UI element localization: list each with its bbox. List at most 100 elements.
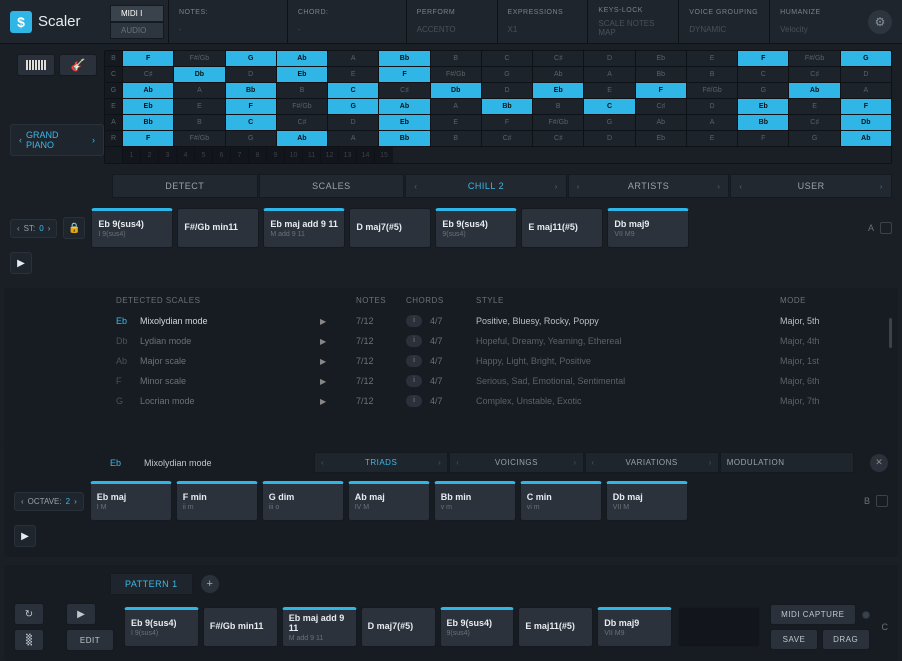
chord-pad[interactable]: Db maj9VII M9 (597, 607, 672, 647)
grid-cell[interactable]: B (431, 51, 482, 66)
chord-pad[interactable]: C minvi m (520, 481, 602, 521)
lock-icon[interactable]: 🔒 (63, 217, 85, 239)
grid-cell[interactable]: C (584, 99, 635, 114)
grid-cell[interactable]: C (226, 115, 277, 130)
add-pattern-icon[interactable]: + (201, 575, 219, 593)
grid-cell[interactable]: F (841, 99, 891, 114)
grid-cell[interactable]: F#/Gb (431, 67, 482, 82)
grid-cell[interactable]: F (379, 67, 430, 82)
header-cell[interactable]: EXPRESSIONSX1 (497, 0, 588, 43)
grid-cell[interactable]: G (841, 51, 891, 66)
grid-cell[interactable]: C♯ (533, 51, 584, 66)
grid-cell[interactable]: C♯ (789, 115, 840, 130)
grid-cell[interactable]: F#/Gb (687, 83, 738, 98)
grid-cell[interactable]: Bb (123, 115, 174, 130)
grid-cell[interactable]: G (789, 131, 840, 146)
info-icon[interactable]: i (406, 315, 422, 327)
scale-row[interactable]: Ab Major scale ▶ 7/12 i 4/7 Happy, Light… (4, 351, 898, 371)
chord-pad[interactable]: E maj11(#5) (518, 607, 593, 647)
tab-midi[interactable]: MIDI I (110, 5, 164, 22)
grid-cell[interactable]: C♯ (636, 99, 687, 114)
grid-cell[interactable]: E (431, 115, 482, 130)
grid-cell[interactable]: A (328, 131, 379, 146)
grid-cell[interactable]: D (687, 99, 738, 114)
grid-cell[interactable]: F#/Gb (174, 131, 225, 146)
chevron-right-icon[interactable]: › (717, 182, 720, 191)
grid-cell[interactable]: D (328, 115, 379, 130)
header-cell[interactable]: KEYS-LOCKSCALE NOTES MAP (587, 0, 678, 43)
edit-button[interactable]: EDIT (66, 629, 114, 651)
grid-cell[interactable]: E (687, 131, 738, 146)
chord-pad[interactable]: Eb 9(sus4)I 9(sus4) (124, 607, 199, 647)
grid-cell[interactable]: F (123, 51, 174, 66)
scale-row[interactable]: G Locrian mode ▶ 7/12 i 4/7 Complex, Uns… (4, 391, 898, 411)
grid-cell[interactable]: Ab (123, 83, 174, 98)
grid-cell[interactable]: G (738, 83, 789, 98)
grid-cell[interactable]: Ab (636, 115, 687, 130)
chord-pad[interactable]: D maj7(#5) (361, 607, 436, 647)
close-icon[interactable]: ✕ (870, 454, 888, 472)
chord-pad[interactable]: Eb maj add 9 11M add 9 11 (263, 208, 345, 248)
grid-cell[interactable]: F (226, 99, 277, 114)
grid-cell[interactable]: F#/Gb (789, 51, 840, 66)
grid-cell[interactable]: F (482, 115, 533, 130)
grid-cell[interactable]: Bb (738, 115, 789, 130)
grid-cell[interactable]: Ab (533, 67, 584, 82)
header-cell[interactable]: NOTES:- (168, 0, 287, 43)
grid-cell[interactable]: Bb (379, 131, 430, 146)
mid-tab[interactable]: ‹VOICINGS› (449, 452, 583, 473)
chevron-right-icon[interactable]: › (880, 182, 883, 191)
chevron-right-icon[interactable]: › (709, 458, 712, 467)
grid-cell[interactable]: F#/Gb (533, 115, 584, 130)
chevron-right-icon[interactable]: › (555, 182, 558, 191)
grid-cell[interactable]: F (738, 131, 789, 146)
main-tab[interactable]: ‹CHILL 2› (405, 174, 567, 198)
grid-cell[interactable]: A (687, 115, 738, 130)
grid-cell[interactable]: F#/Gb (277, 99, 328, 114)
chord-pad[interactable]: Eb maj add 9 11M add 9 11 (282, 607, 357, 647)
grid-cell[interactable]: Eb (123, 99, 174, 114)
info-icon[interactable]: i (406, 375, 422, 387)
grid-cell[interactable]: B (533, 99, 584, 114)
grid-cell[interactable]: Eb (379, 115, 430, 130)
grid-cell[interactable]: E (687, 51, 738, 66)
play-scale-icon[interactable]: ▶ (320, 337, 356, 346)
play-icon[interactable]: ▶ (10, 252, 32, 274)
chevron-left-icon[interactable]: ‹ (456, 458, 459, 467)
scrollbar[interactable] (889, 318, 892, 348)
chord-pad[interactable]: D maj7(#5) (349, 208, 431, 248)
grid-cell[interactable]: F (636, 83, 687, 98)
keyboard-icon[interactable] (17, 54, 55, 76)
grid-cell[interactable]: A (431, 99, 482, 114)
header-cell[interactable]: PERFORMACCENTO (406, 0, 497, 43)
play-icon[interactable]: ▶ (14, 525, 36, 547)
grid-cell[interactable]: D (482, 83, 533, 98)
guitar-icon[interactable]: 🎸 (59, 54, 97, 76)
scale-row[interactable]: Eb Mixolydian mode ▶ 7/12 i 4/7 Positive… (4, 311, 898, 331)
instrument-selector[interactable]: ‹ GRAND PIANO › (10, 124, 104, 156)
grid-icon[interactable]: ␩ (14, 629, 44, 651)
grid-cell[interactable]: Ab (789, 83, 840, 98)
grid-cell[interactable]: Bb (482, 99, 533, 114)
chord-pad[interactable]: Bb minv m (434, 481, 516, 521)
chord-pad[interactable]: Db majVII M (606, 481, 688, 521)
grid-cell[interactable]: C♯ (789, 67, 840, 82)
grid-cell[interactable]: E (789, 99, 840, 114)
grid-cell[interactable]: Eb (533, 83, 584, 98)
grid-cell[interactable]: Db (174, 67, 225, 82)
grid-cell[interactable]: C (328, 83, 379, 98)
loop-icon[interactable]: ↻ (14, 603, 44, 625)
grid-cell[interactable]: D (584, 131, 635, 146)
main-tab[interactable]: SCALES (259, 174, 405, 198)
header-cell[interactable]: HUMANIZEVelocity (769, 0, 860, 43)
grid-cell[interactable]: Eb (636, 51, 687, 66)
chord-pad[interactable]: E maj11(#5) (521, 208, 603, 248)
grid-cell[interactable]: E (584, 83, 635, 98)
tab-audio[interactable]: AUDIO (110, 22, 164, 39)
play-scale-icon[interactable]: ▶ (320, 357, 356, 366)
grid-cell[interactable]: F#/Gb (174, 51, 225, 66)
chevron-left-icon[interactable]: ‹ (414, 182, 417, 191)
grid-cell[interactable]: G (226, 51, 277, 66)
grid-cell[interactable]: Ab (379, 99, 430, 114)
chevron-right-icon[interactable]: › (438, 458, 441, 467)
